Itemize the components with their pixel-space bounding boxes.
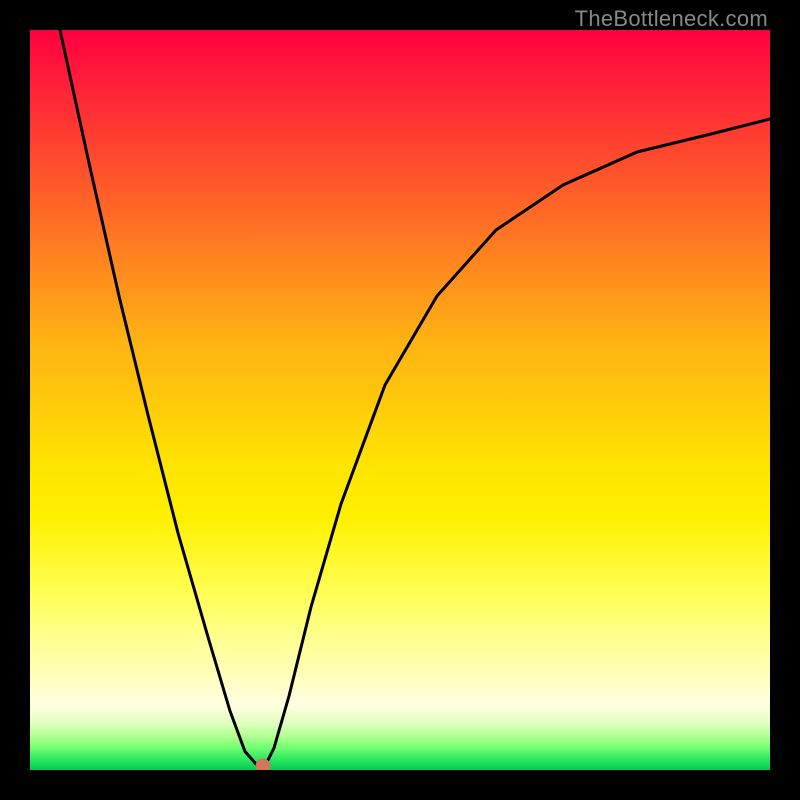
bottleneck-curve-left [60,30,263,770]
chart-frame: TheBottleneck.com [0,0,800,800]
chart-svg [30,30,770,770]
bottleneck-curve-right [263,119,770,770]
watermark-text: TheBottleneck.com [575,6,768,32]
chart-plot-area [30,30,770,770]
